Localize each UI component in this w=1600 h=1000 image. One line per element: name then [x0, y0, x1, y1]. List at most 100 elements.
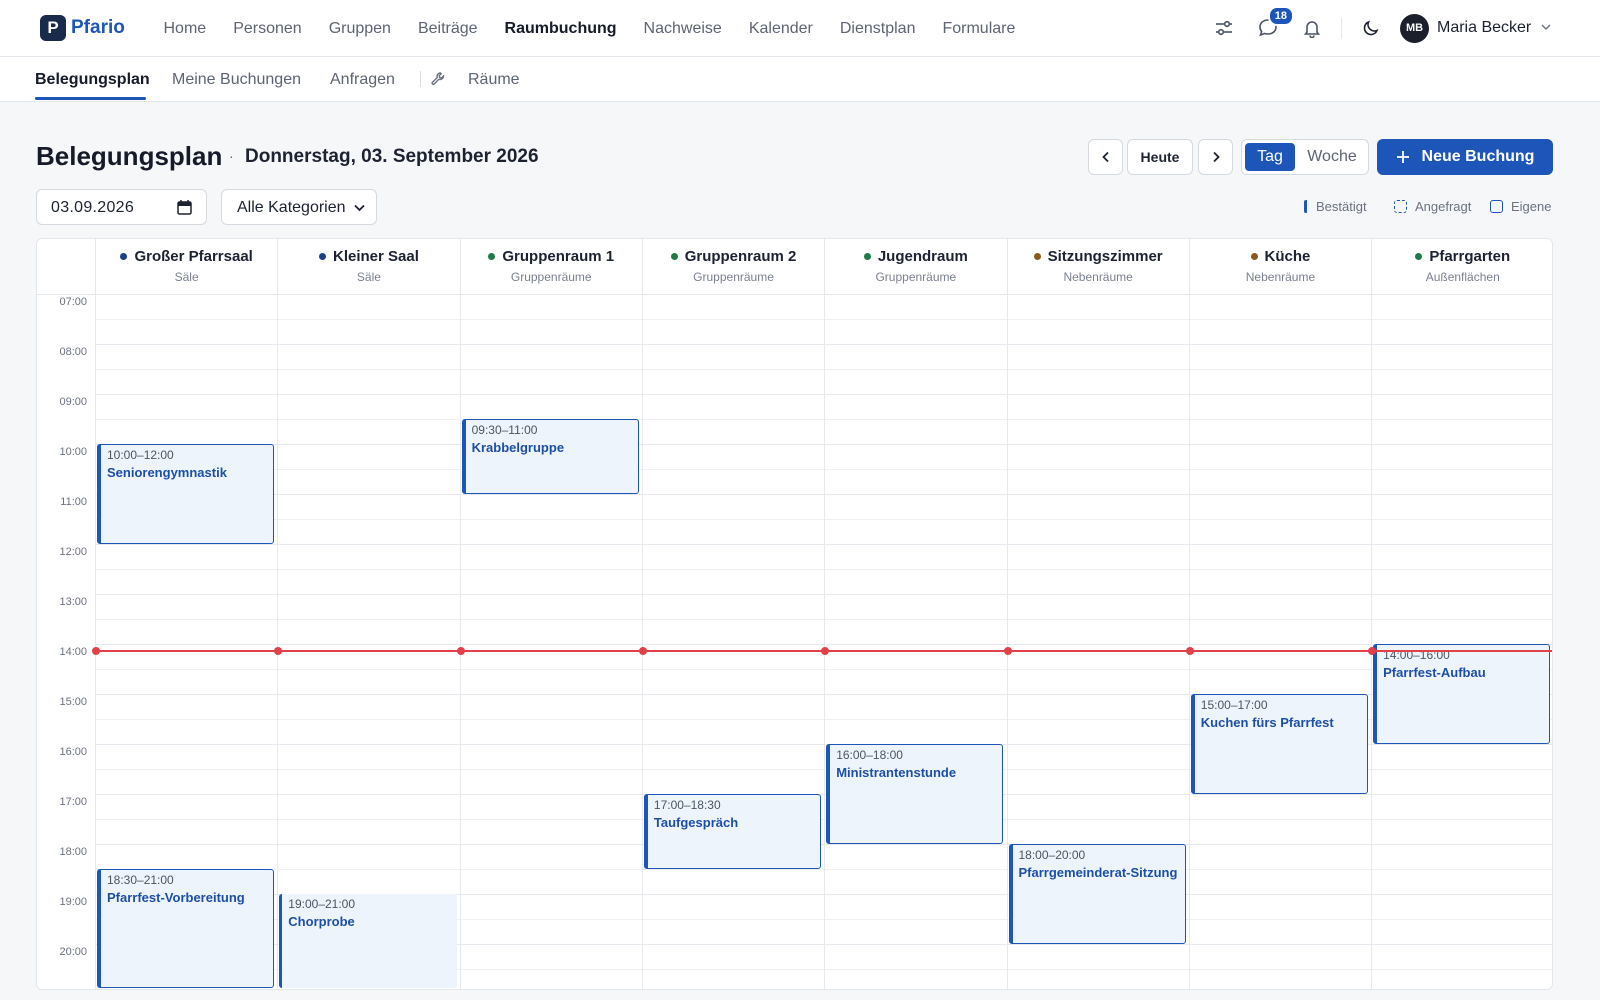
avatar[interactable]: MB: [1400, 14, 1429, 43]
booking-event[interactable]: 15:00–17:00 Kuchen fürs Pfarrfest: [1190, 694, 1369, 794]
booking-title: Kuchen fürs Pfarrfest: [1200, 715, 1334, 730]
time-label: 08:00: [59, 346, 87, 358]
current-time-marker: [821, 646, 830, 655]
today-button[interactable]: Heute: [1127, 139, 1193, 175]
column-divider: [1371, 239, 1373, 989]
time-label: 19:00: [59, 896, 87, 908]
room-status-dot-icon: [670, 253, 678, 260]
date-picker-value: 03.09.2026: [51, 199, 135, 216]
booking-event[interactable]: 18:30–21:00 Pfarrfest-Vorbereitung: [97, 869, 275, 988]
room-column-header[interactable]: Sitzungszimmer Nebenräume: [1006, 239, 1189, 294]
room-status-dot-icon: [1033, 253, 1041, 260]
previous-day-button[interactable]: [1088, 139, 1123, 175]
chevron-down-icon: [353, 201, 366, 219]
booking-event[interactable]: 10:00–12:00 Seniorengymnastik: [97, 444, 275, 544]
next-day-button[interactable]: [1198, 139, 1233, 175]
nav-item-beitraege[interactable]: Beiträge: [404, 20, 491, 38]
new-booking-label: Neue Buchung: [1421, 148, 1535, 165]
room-column-header[interactable]: Kleiner Saal Säle: [277, 239, 459, 294]
current-time-marker: [92, 646, 100, 655]
booking-event[interactable]: 17:00–18:30 Taufgespräch: [643, 794, 822, 869]
room-status-dot-icon: [1415, 253, 1423, 260]
room-column-header[interactable]: Großer Pfarrsaal Säle: [95, 239, 277, 294]
page-date-label: Donnerstag, 03. September 2026: [245, 146, 539, 167]
calendar-icon[interactable]: [177, 199, 192, 220]
booking-title: Seniorengymnastik: [107, 465, 227, 480]
requested-marker-icon: [1394, 200, 1407, 213]
nav-item-dienstplan[interactable]: Dienstplan: [826, 20, 929, 38]
view-day-button[interactable]: Tag: [1245, 143, 1295, 171]
room-category: Gruppenräume: [693, 270, 774, 284]
time-label: 07:00: [59, 296, 87, 308]
booking-time: 10:00–12:00: [107, 448, 174, 462]
booking-title: Chorprobe: [288, 914, 355, 929]
dark-mode-moon-icon[interactable]: [1359, 16, 1383, 40]
room-name: Großer Pfarrsaal: [96, 248, 277, 265]
legend-requested-label: Angefragt: [1415, 199, 1472, 214]
room-name-label: Kleiner Saal: [333, 248, 419, 265]
nav-item-nachweise[interactable]: Nachweise: [630, 20, 735, 38]
nav-item-raumbuchung[interactable]: Raumbuchung: [491, 20, 630, 38]
new-booking-button[interactable]: Neue Buchung: [1377, 139, 1553, 175]
room-name: Pfarrgarten: [1372, 248, 1552, 265]
nav-item-formulare[interactable]: Formulare: [929, 20, 1029, 38]
category-select[interactable]: Alle Kategorien: [221, 189, 377, 225]
view-week-button[interactable]: Woche: [1298, 143, 1366, 171]
sub-navigation: Belegungsplan Meine Buchungen Anfragen R…: [0, 57, 1600, 102]
room-column-header[interactable]: Gruppenraum 1 Gruppenräume: [459, 239, 642, 294]
booking-event[interactable]: 16:00–18:00 Ministrantenstunde: [826, 744, 1004, 844]
time-label: 14:00: [59, 646, 87, 658]
room-name: Gruppenraum 1: [461, 248, 642, 265]
time-label: 17:00: [59, 796, 87, 808]
room-category: Gruppenräume: [875, 270, 957, 284]
booking-title: Krabbelgruppe: [471, 440, 565, 455]
booking-event[interactable]: 19:00–21:00 Chorprobe: [279, 894, 457, 988]
subnav-divider: [420, 71, 421, 87]
date-picker-input[interactable]: 03.09.2026: [36, 189, 207, 225]
chevron-down-icon[interactable]: [1539, 20, 1553, 39]
column-divider: [95, 239, 96, 989]
column-divider: [277, 239, 279, 989]
settings-sliders-icon[interactable]: [1212, 16, 1236, 40]
booking-title: Pfarrgemeinderat-Sitzung: [1018, 865, 1178, 880]
wrench-icon[interactable]: [430, 71, 446, 92]
booking-title: Pfarrfest-Vorbereitung: [107, 890, 245, 905]
nav-item-personen[interactable]: Personen: [220, 20, 316, 38]
tab-raeume[interactable]: Räume: [468, 71, 520, 89]
room-name-label: Sitzungszimmer: [1047, 248, 1163, 265]
tab-belegungsplan[interactable]: Belegungsplan: [35, 71, 150, 89]
booking-title: Pfarrfest-Aufbau: [1383, 665, 1486, 680]
booking-event[interactable]: 14:00–16:00 Pfarrfest-Aufbau: [1373, 644, 1551, 744]
room-category: Nebenräume: [1063, 270, 1133, 284]
nav-item-home[interactable]: Home: [150, 20, 220, 38]
room-column-header[interactable]: Pfarrgarten Außenflächen: [1371, 239, 1552, 294]
chevron-right-icon: [1212, 151, 1220, 163]
nav-item-kalender[interactable]: Kalender: [735, 20, 826, 38]
time-label: 11:00: [60, 496, 87, 508]
room-name-label: Großer Pfarrsaal: [134, 248, 253, 265]
time-label: 15:00: [59, 696, 87, 708]
view-toggle: Tag Woche: [1241, 139, 1369, 175]
booking-time: 18:30–21:00: [107, 873, 174, 887]
room-name-label: Gruppenraum 1: [502, 248, 615, 265]
active-tab-indicator: [35, 97, 146, 100]
booking-event[interactable]: 09:30–11:00 Krabbelgruppe: [461, 419, 639, 494]
booking-event[interactable]: 18:00–20:00 Pfarrgemeinderat-Sitzung: [1008, 844, 1186, 944]
room-column-header[interactable]: Gruppenraum 2 Gruppenräume: [641, 239, 824, 294]
page-title: Belegungsplan: [36, 141, 223, 171]
room-column-header[interactable]: Küche Nebenräume: [1188, 239, 1371, 294]
current-time-marker: [638, 646, 647, 655]
confirmed-marker-icon: [1304, 200, 1308, 213]
messages-icon[interactable]: 18: [1256, 6, 1294, 40]
brand-logo[interactable]: P Pfario: [40, 15, 125, 41]
legend-confirmed-label: Bestätigt: [1316, 199, 1367, 214]
nav-item-gruppen[interactable]: Gruppen: [315, 20, 404, 38]
room-category: Säle: [356, 270, 381, 284]
legend-own-label: Eigene: [1511, 199, 1552, 214]
user-name[interactable]: Maria Becker: [1437, 19, 1531, 37]
room-column-header[interactable]: Jugendraum Gruppenräume: [824, 239, 1006, 294]
tab-meine-buchungen[interactable]: Meine Buchungen: [172, 71, 301, 89]
bell-icon[interactable]: [1300, 16, 1324, 40]
tab-anfragen[interactable]: Anfragen: [330, 71, 395, 89]
messages-badge: 18: [1267, 6, 1294, 26]
